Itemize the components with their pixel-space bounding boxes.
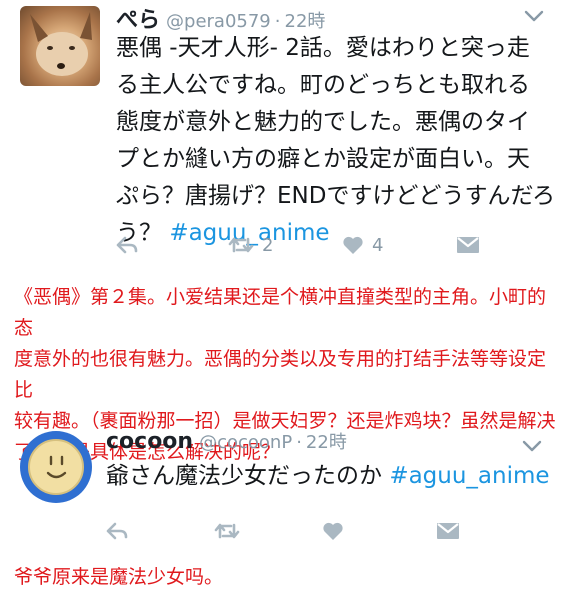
timestamp[interactable]: 22時 bbox=[285, 11, 326, 32]
tweet-2-text: 爺さん魔法少女だったのか #aguu_anime bbox=[106, 463, 550, 489]
reply-icon[interactable] bbox=[106, 516, 128, 546]
chevron-down-icon[interactable] bbox=[524, 8, 544, 27]
user-handle[interactable]: @cocoonP bbox=[199, 432, 292, 453]
tweet-2-header: cocoon @cocoonP · 22時 bbox=[106, 428, 347, 454]
hashtag-link[interactable]: #aguu_anime bbox=[389, 463, 549, 489]
tweet-text-line: る主人公ですね。町のどっちとも取れる bbox=[116, 72, 530, 98]
tweet-1-text: 悪偶 -天才人形- 2話。愛はわりと突っ走 る主人公ですね。町のどっちとも取れる… bbox=[116, 30, 556, 252]
heart-icon[interactable] bbox=[322, 516, 344, 546]
tweet-1: ぺら @pera0579 · 22時 悪偶 -天才人形- 2話。愛はわりと突っ走 る主… bbox=[0, 0, 570, 260]
tweet-text-line: 態度が意外と魅力的でした。悪偶のタイ bbox=[116, 109, 530, 135]
direct-message-icon[interactable] bbox=[456, 230, 480, 260]
tweet-text-line: ぷら？唐揚げ？ENDですけどどうすんだろ bbox=[116, 183, 556, 209]
separator-dot: · bbox=[296, 432, 302, 453]
display-name[interactable]: cocoon bbox=[106, 429, 193, 454]
avatar-fox[interactable] bbox=[20, 6, 100, 86]
translation-line: 度意外的也很有魅力。恶偶的分类以及专用的打结手法等等设定比 bbox=[14, 348, 547, 401]
translation-2: 爷爷原来是魔法少女吗。 bbox=[14, 566, 224, 588]
direct-message-icon[interactable] bbox=[436, 516, 460, 546]
translation-line: 《恶偶》第２集。小爱结果还是个横冲直撞类型的主角。小町的态 bbox=[14, 286, 547, 339]
tweet-text-line: 悪偶 -天才人形- 2話。愛はわりと突っ走 bbox=[116, 35, 530, 61]
retweet-count: 2 bbox=[262, 234, 274, 256]
chevron-down-icon[interactable] bbox=[522, 438, 542, 457]
like-count: 4 bbox=[372, 234, 384, 256]
like-button[interactable]: 4 bbox=[342, 230, 383, 260]
tweet-2-actions bbox=[106, 516, 556, 546]
avatar-cocoon[interactable] bbox=[20, 431, 92, 503]
retweet-icon bbox=[228, 235, 254, 255]
tweet-1-actions: 2 4 bbox=[116, 230, 556, 260]
separator-dot: · bbox=[274, 11, 281, 32]
user-handle[interactable]: @pera0579 bbox=[166, 11, 271, 32]
timestamp[interactable]: 22時 bbox=[306, 432, 347, 453]
retweet-icon[interactable] bbox=[214, 516, 240, 546]
retweet-button[interactable]: 2 bbox=[228, 230, 273, 260]
reply-icon[interactable] bbox=[116, 230, 138, 260]
tweet-text-line: プとか縫い方の癖とか設定が面白い。天 bbox=[116, 146, 530, 172]
heart-icon bbox=[342, 235, 364, 255]
